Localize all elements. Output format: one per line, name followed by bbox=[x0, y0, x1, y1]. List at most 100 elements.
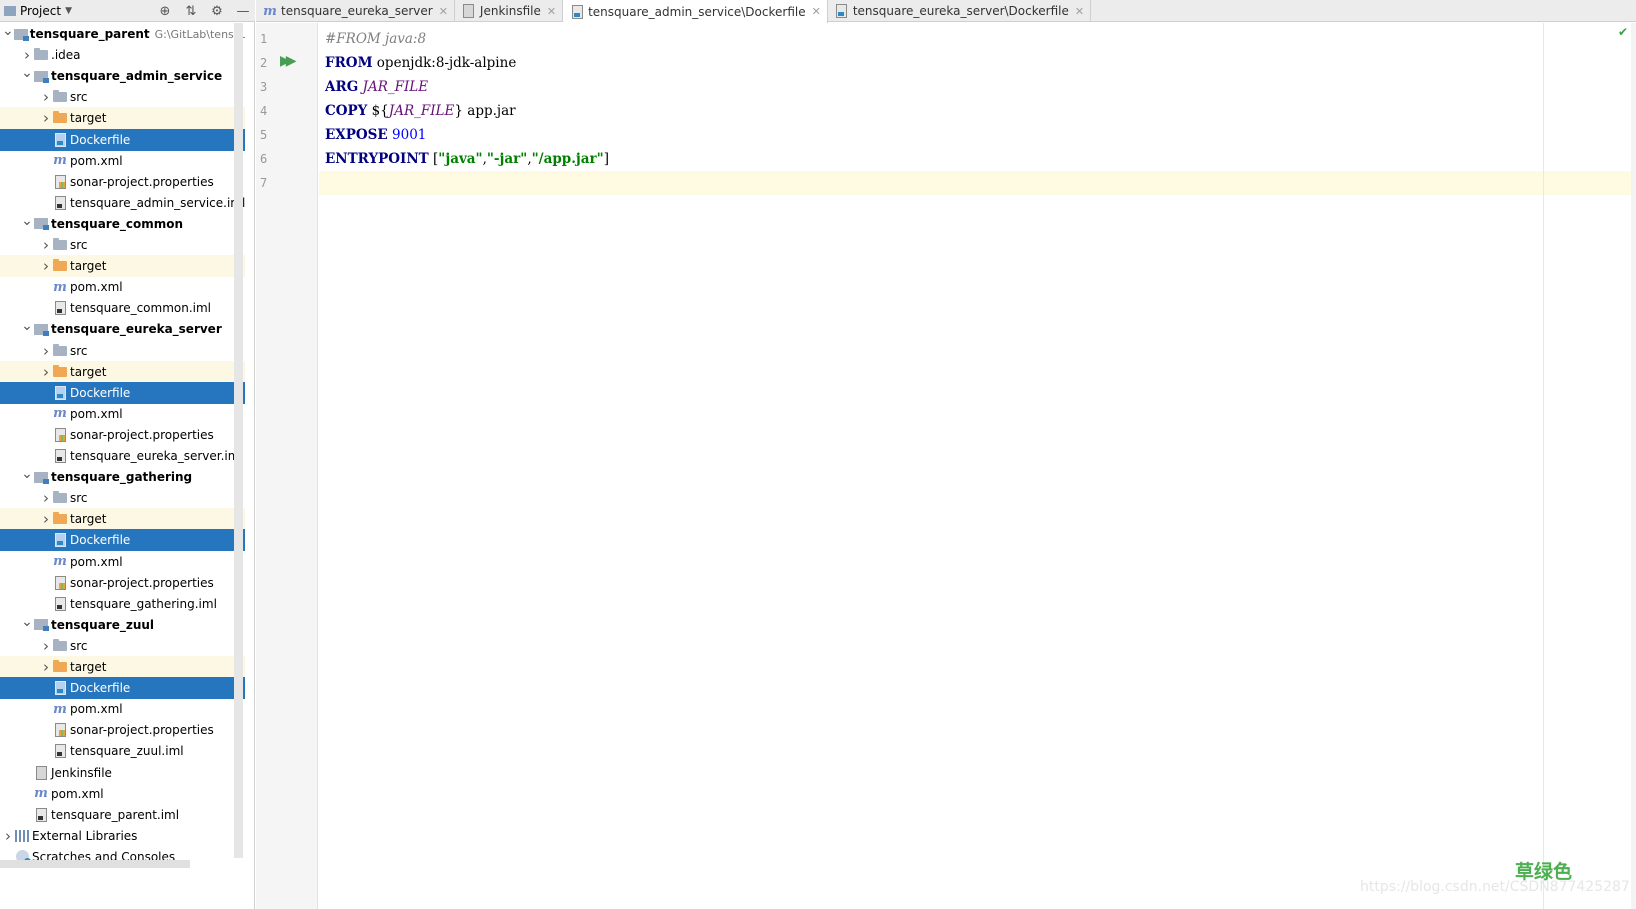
tree-item-label: src bbox=[70, 638, 88, 653]
tree-item[interactable]: Dockerfile bbox=[0, 128, 245, 151]
tree-item[interactable]: sonar-project.properties bbox=[0, 424, 245, 446]
run-icon[interactable]: ▶▶ bbox=[280, 53, 296, 69]
tree-item[interactable]: › target bbox=[0, 656, 245, 678]
chevron-right-icon[interactable]: › bbox=[40, 255, 52, 277]
tree-item[interactable]: › target bbox=[0, 107, 245, 130]
chevron-down-icon[interactable]: ⌄ bbox=[21, 611, 33, 633]
close-icon[interactable]: ✕ bbox=[812, 5, 821, 18]
tree-horizontal-scrollbar[interactable] bbox=[0, 860, 190, 868]
inspection-ok-icon[interactable]: ✔ bbox=[1618, 25, 1628, 39]
tree-item[interactable]: tensquare_gathering.iml bbox=[0, 593, 245, 615]
tree-item[interactable]: ⌄ tensquare_zuul bbox=[0, 614, 245, 636]
tree-item[interactable]: › src bbox=[0, 487, 245, 509]
tree-item[interactable]: m pom.xml bbox=[0, 150, 245, 172]
tree-item[interactable]: › target bbox=[0, 255, 245, 278]
tree-item[interactable]: › .idea bbox=[0, 44, 245, 66]
locate-icon[interactable]: ⊕ bbox=[157, 3, 173, 19]
tree-item-label: tensquare_admin_service bbox=[51, 69, 223, 84]
tree-vertical-scrollbar[interactable] bbox=[234, 23, 243, 858]
tree-item[interactable]: tensquare_admin_service.iml bbox=[0, 192, 245, 214]
chevron-right-icon[interactable]: › bbox=[40, 361, 52, 383]
tree-item[interactable]: Dockerfile bbox=[0, 529, 245, 552]
code-line[interactable]: COPY ${JAR_FILE} app.jar bbox=[319, 99, 1636, 123]
code-editor[interactable]: ▶▶ 1 2 3 4 5 6 7 #FROM java:8 FROM openjdk:8-jd… bbox=[256, 23, 1636, 909]
code-line[interactable] bbox=[319, 171, 1636, 195]
tree-item[interactable]: sonar-project.properties bbox=[0, 719, 245, 741]
tree-item[interactable]: tensquare_parent.iml bbox=[0, 804, 245, 826]
chevron-right-icon[interactable]: › bbox=[40, 86, 52, 108]
tree-item[interactable]: m pom.xml bbox=[0, 698, 245, 720]
code-line[interactable]: ARG JAR_FILE bbox=[319, 75, 1636, 99]
tree-item[interactable]: tensquare_common.iml bbox=[0, 297, 245, 319]
tree-item[interactable]: › target bbox=[0, 360, 245, 383]
editor-tab-label: Jenkinsfile bbox=[479, 4, 541, 18]
tree-item-label: src bbox=[70, 491, 88, 506]
chevron-right-icon[interactable]: › bbox=[40, 487, 52, 509]
tree-item[interactable]: sonar-project.properties bbox=[0, 572, 245, 594]
code-line[interactable]: FROM openjdk:8-jdk-alpine bbox=[319, 51, 1636, 75]
tree-item[interactable]: ⌄ tensquare_common bbox=[0, 213, 245, 235]
tree-item[interactable]: tensquare_eureka_server.iml bbox=[0, 445, 245, 467]
close-icon[interactable]: ✕ bbox=[439, 5, 448, 18]
close-icon[interactable]: ✕ bbox=[1075, 5, 1084, 18]
chevron-down-icon[interactable]: ⌄ bbox=[21, 463, 33, 485]
chevron-down-icon[interactable]: ⌄ bbox=[21, 62, 33, 84]
folder-icon bbox=[52, 343, 68, 359]
chevron-right-icon[interactable]: › bbox=[40, 107, 52, 129]
code-token: JAR_FILE bbox=[388, 103, 455, 119]
tree-item[interactable]: › target bbox=[0, 508, 245, 531]
chevron-right-icon[interactable]: › bbox=[40, 656, 52, 678]
tree-item[interactable]: m pom.xml bbox=[0, 783, 245, 805]
excluded-folder-icon bbox=[52, 110, 68, 126]
code-area[interactable]: #FROM java:8 FROM openjdk:8-jdk-alpine ARG… bbox=[319, 23, 1636, 909]
code-token: openjdk:8-jdk-alpine bbox=[372, 55, 517, 71]
chevron-right-icon[interactable]: › bbox=[2, 825, 14, 847]
tree-item[interactable]: m pom.xml bbox=[0, 276, 245, 298]
code-line[interactable]: #FROM java:8 bbox=[319, 27, 1636, 51]
tree-item[interactable]: ⌄ tensquare_admin_service bbox=[0, 65, 245, 87]
tree-item-label: Dockerfile bbox=[70, 132, 131, 147]
tree-item[interactable]: ⌄ tensquare_eureka_server bbox=[0, 318, 245, 340]
collapse-all-icon[interactable]: ⇅ bbox=[183, 3, 199, 19]
editor-scrollbar[interactable] bbox=[1631, 23, 1636, 909]
editor-tab[interactable]: tensquare_eureka_server\Dockerfile ✕ bbox=[828, 0, 1092, 22]
code-token: FROM bbox=[325, 55, 373, 71]
tree-item[interactable]: sonar-project.properties bbox=[0, 171, 245, 193]
tree-item[interactable]: › src bbox=[0, 635, 245, 657]
code-line[interactable]: EXPOSE 9001 bbox=[319, 123, 1636, 147]
tree-item[interactable]: › src bbox=[0, 86, 245, 108]
minimize-icon[interactable]: — bbox=[235, 3, 251, 19]
gear-icon[interactable]: ⚙ bbox=[209, 3, 225, 19]
chevron-down-icon[interactable]: ⌄ bbox=[21, 315, 33, 337]
tree-item[interactable]: ⌄ tensquare_gathering bbox=[0, 466, 245, 488]
tree-item[interactable]: tensquare_zuul.iml bbox=[0, 740, 245, 762]
tree-item-label: tensquare_common.iml bbox=[70, 301, 212, 316]
editor-tab[interactable]: m tensquare_eureka_server ✕ bbox=[256, 0, 455, 22]
project-view-selector[interactable]: Project ▼ bbox=[0, 4, 72, 18]
tree-item[interactable]: › src bbox=[0, 234, 245, 256]
chevron-right-icon[interactable]: › bbox=[40, 508, 52, 530]
chevron-right-icon[interactable]: › bbox=[40, 234, 52, 256]
close-icon[interactable]: ✕ bbox=[547, 5, 556, 18]
tree-item[interactable]: Jenkinsfile bbox=[0, 762, 245, 784]
editor-tab[interactable]: Jenkinsfile ✕ bbox=[455, 0, 564, 22]
chevron-right-icon[interactable]: › bbox=[40, 340, 52, 362]
tree-item-label: tensquare_admin_service.iml bbox=[70, 195, 245, 210]
tree-item[interactable]: Dockerfile bbox=[0, 381, 245, 404]
tree-item[interactable]: m pom.xml bbox=[0, 403, 245, 425]
code-line[interactable]: ENTRYPOINT ["java","-jar","/app.jar"] bbox=[319, 147, 1636, 171]
tree-item[interactable]: Dockerfile bbox=[0, 677, 245, 700]
tree-item[interactable]: ⌄ tensquare_parent G:\GitLab\tensquare_ bbox=[0, 23, 245, 45]
chevron-down-icon[interactable]: ⌄ bbox=[2, 23, 14, 42]
tree-item[interactable]: › External Libraries bbox=[0, 825, 245, 847]
tree-item-label: src bbox=[70, 238, 88, 252]
tree-item[interactable]: › src bbox=[0, 340, 245, 362]
tree-item-label: Jenkinsfile bbox=[51, 765, 112, 780]
tree-item[interactable]: m pom.xml bbox=[0, 551, 245, 573]
chevron-right-icon[interactable]: › bbox=[40, 635, 52, 657]
chevron-down-icon[interactable]: ⌄ bbox=[21, 210, 33, 232]
editor-tab[interactable]: tensquare_admin_service\Dockerfile ✕ bbox=[563, 0, 828, 23]
